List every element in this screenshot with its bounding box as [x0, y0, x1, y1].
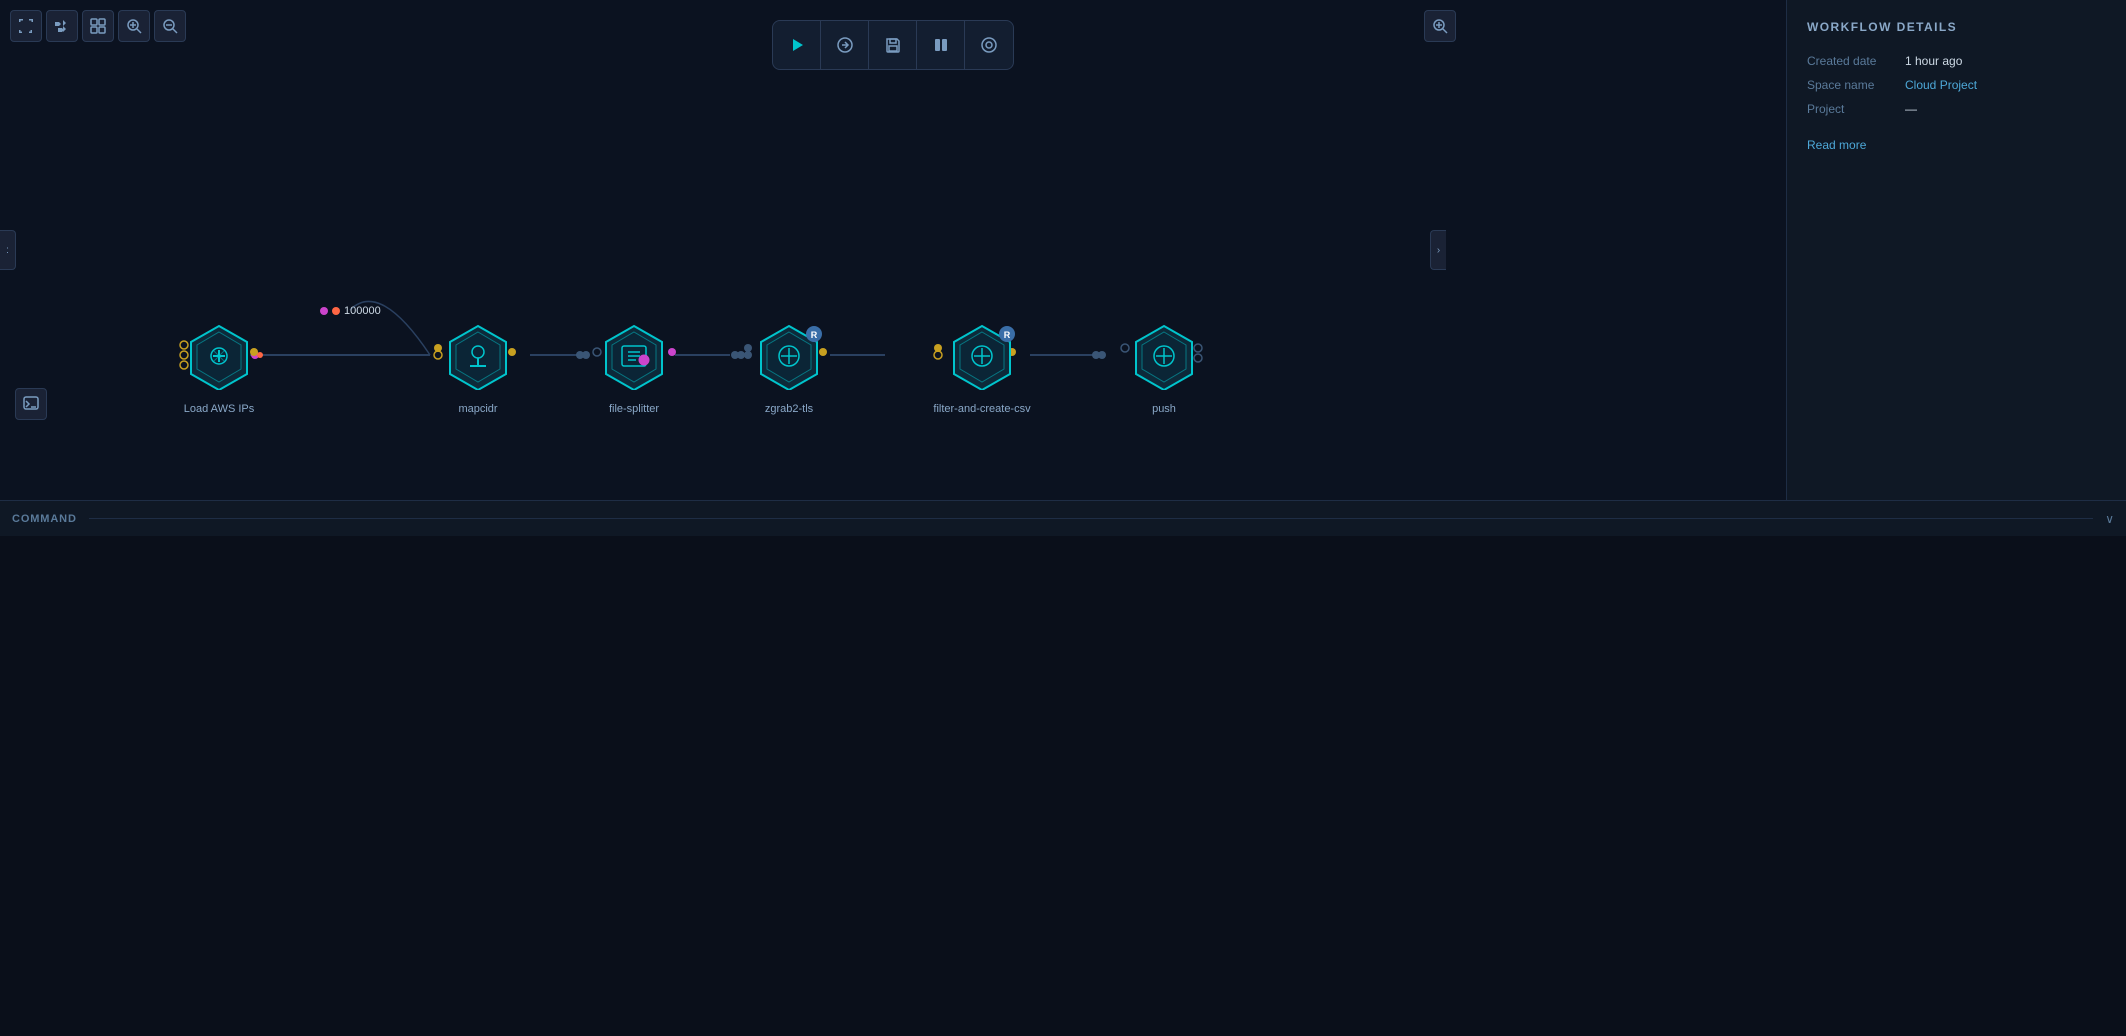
node-mapcidr[interactable]: mapcidr	[444, 322, 512, 393]
workflow-settings-button[interactable]	[965, 21, 1013, 69]
command-bar: COMMAND ∨	[0, 500, 2126, 536]
space-name-row: Space name Cloud Project	[1807, 78, 2106, 92]
space-name-value[interactable]: Cloud Project	[1905, 78, 1977, 92]
save-button[interactable]	[869, 21, 917, 69]
badge-value: 100000	[344, 305, 381, 317]
svg-text:R: R	[1004, 330, 1011, 340]
terminal-icon-button[interactable]	[15, 388, 47, 420]
center-toolbar	[772, 20, 1014, 70]
node-load-aws-ips-label: Load AWS IPs	[184, 403, 255, 415]
node-push-label: push	[1152, 403, 1176, 415]
right-panel-collapse[interactable]: ›	[1430, 230, 1446, 270]
node-mapcidr-label: mapcidr	[458, 403, 497, 415]
project-key: Project	[1807, 102, 1897, 116]
badge-dot-orange	[332, 307, 340, 315]
zoom-in-button[interactable]	[118, 10, 150, 42]
node-zgrab2-tls[interactable]: R zgrab2-tls	[755, 322, 823, 393]
node-zgrab2-tls-label: zgrab2-tls	[765, 403, 813, 415]
input-button[interactable]	[821, 21, 869, 69]
command-label: COMMAND	[12, 513, 77, 525]
shuffle-button[interactable]	[46, 10, 78, 42]
canvas-area[interactable]: Load AWS IPs 100000 mapcidr	[0, 0, 1786, 500]
workflow-canvas	[0, 0, 1786, 500]
read-more-link[interactable]: Read more	[1807, 138, 2106, 152]
node-file-splitter-label: file-splitter	[609, 403, 659, 415]
created-date-value: 1 hour ago	[1905, 54, 1962, 68]
zoom-control[interactable]	[1424, 10, 1456, 42]
command-divider	[89, 518, 2093, 519]
bottom-area	[0, 536, 2126, 1036]
zoom-out-button[interactable]	[154, 10, 186, 42]
back-button[interactable]	[917, 21, 965, 69]
created-date-row: Created date 1 hour ago	[1807, 54, 2106, 68]
right-panel: WORKFLOW DETAILS Created date 1 hour ago…	[1786, 0, 2126, 500]
project-row: Project —	[1807, 102, 2106, 116]
created-date-key: Created date	[1807, 54, 1897, 68]
node-badge: 100000	[320, 305, 381, 317]
fit-screen-button[interactable]	[10, 10, 42, 42]
play-button[interactable]	[773, 21, 821, 69]
svg-text:R: R	[811, 330, 818, 340]
node-load-aws-ips[interactable]: Load AWS IPs	[185, 322, 253, 393]
expand-button[interactable]	[82, 10, 114, 42]
space-name-key: Space name	[1807, 78, 1897, 92]
badge-dot-purple	[320, 307, 328, 315]
node-filter-and-create-csv[interactable]: R filter-and-create-csv	[948, 322, 1016, 393]
node-filter-and-create-csv-label: filter-and-create-csv	[933, 403, 1030, 415]
node-file-splitter[interactable]: file-splitter	[600, 322, 668, 393]
panel-title: WORKFLOW DETAILS	[1807, 20, 2106, 34]
left-panel-collapse[interactable]: :	[0, 230, 16, 270]
project-value: —	[1905, 102, 1917, 116]
command-expand-button[interactable]: ∨	[2105, 512, 2114, 526]
top-toolbar	[10, 10, 186, 42]
node-push[interactable]: push	[1130, 322, 1198, 393]
